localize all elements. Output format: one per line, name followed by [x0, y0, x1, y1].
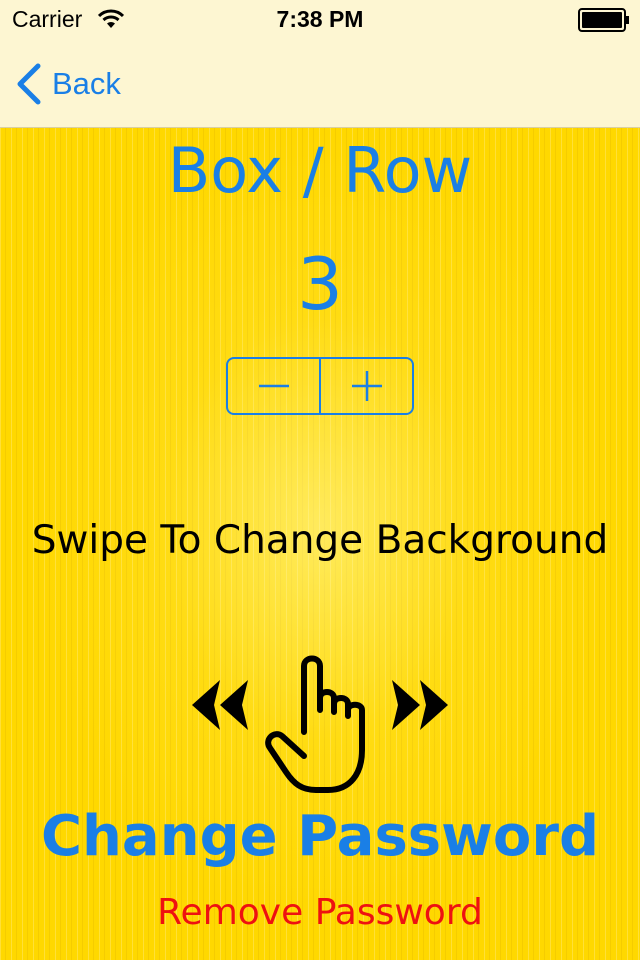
boxes-per-row-stepper[interactable] [226, 357, 414, 415]
page-title: Box / Row [167, 134, 473, 207]
change-password-button[interactable]: Change Password [0, 804, 640, 869]
increment-button[interactable] [319, 359, 412, 413]
back-chevron-icon [17, 63, 41, 105]
chevrons-left-icon [192, 680, 248, 730]
back-label: Back [52, 66, 121, 101]
back-button[interactable]: Back [14, 60, 121, 108]
hand-pointer-icon [265, 655, 365, 793]
minus-icon [258, 384, 289, 388]
decrement-button[interactable] [228, 359, 319, 413]
remove-password-button[interactable]: Remove Password [0, 892, 640, 933]
status-time: 7:38 PM [276, 6, 364, 32]
swipe-gesture-graphic [188, 650, 452, 796]
battery-icon [578, 8, 629, 32]
navigation-bar: Back [0, 40, 640, 128]
boxes-per-row-value: 3 [297, 242, 343, 326]
chevrons-right-icon [392, 680, 448, 730]
plus-icon [351, 371, 382, 401]
status-bar: Carrier 7:38 PM [0, 0, 640, 40]
settings-panel[interactable]: Box / Row 3 Swipe To Change Background C… [0, 128, 640, 960]
swipe-instruction: Swipe To Change Background [31, 518, 609, 563]
